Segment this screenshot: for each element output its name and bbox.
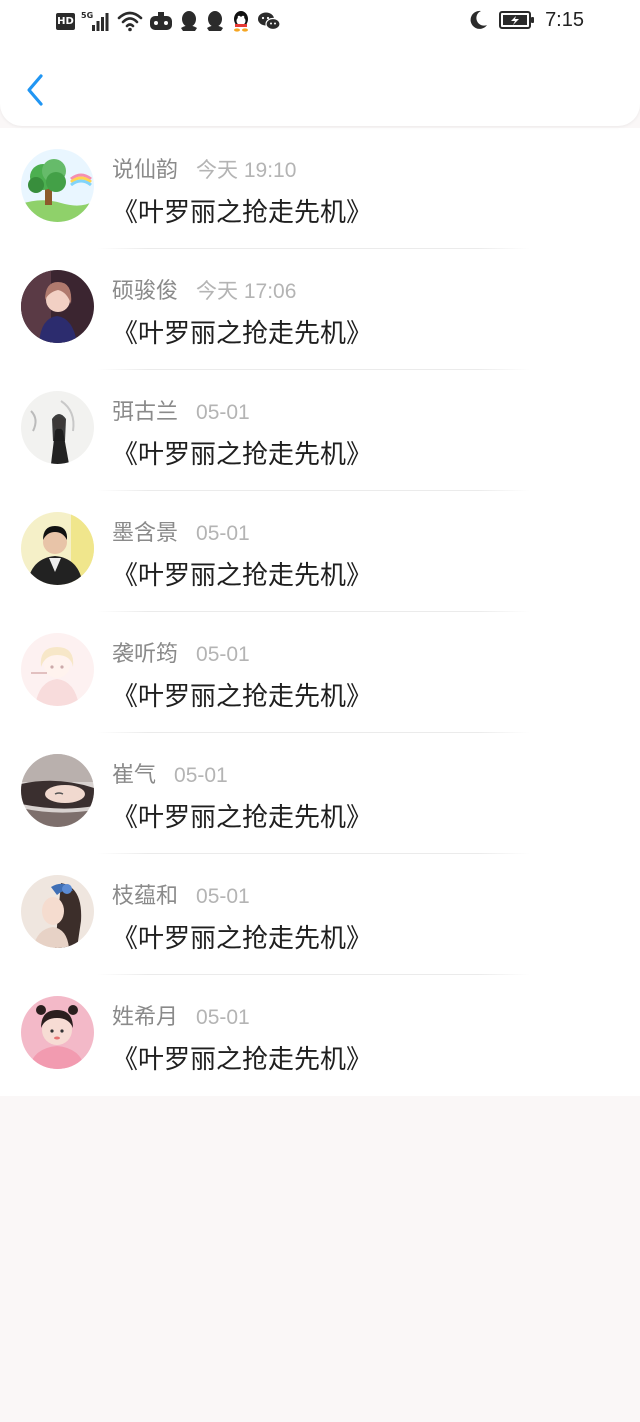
moon-icon (467, 8, 489, 32)
sender-name: 枝蕴和 (112, 884, 179, 909)
avatar[interactable] (21, 754, 94, 827)
list-item[interactable]: 枝蕴和 05-01 《叶罗丽之抢走先机》 (0, 854, 640, 975)
sender-name: 袭听筠 (112, 642, 179, 667)
sender-name: 崔气 (112, 763, 157, 788)
battery-charging-icon (499, 9, 535, 31)
list-item[interactable]: 崔气 05-01 《叶罗丽之抢走先机》 (0, 733, 640, 854)
name-line: 崔气 05-01 (112, 757, 228, 789)
status-bar-left: HD 5G (56, 10, 281, 32)
name-line: 墨含景 05-01 (112, 515, 250, 547)
message-date: 今天 19:10 (196, 159, 297, 182)
message-date: 今天 17:06 (196, 280, 297, 303)
list-item[interactable]: 硕骏俊 今天 17:06 《叶罗丽之抢走先机》 (0, 249, 640, 370)
clock: 7:15 (545, 8, 584, 31)
message-date: 05-01 (196, 401, 250, 424)
avatar[interactable] (21, 633, 94, 706)
wifi-icon (117, 10, 143, 32)
back-button[interactable] (14, 68, 58, 112)
message-text: 《叶罗丽之抢走先机》 (112, 198, 373, 228)
chevron-left-icon (27, 74, 43, 106)
message-date: 05-01 (174, 764, 228, 787)
message-text: 《叶罗丽之抢走先机》 (112, 682, 373, 712)
avatar[interactable] (21, 391, 94, 464)
list-item[interactable]: 说仙韵 今天 19:10 《叶罗丽之抢走先机》 (0, 128, 640, 249)
name-line: 袭听筠 05-01 (112, 636, 250, 668)
qq-color-icon (231, 10, 251, 32)
top-header: HD 5G 7:15 (0, 0, 640, 126)
5g-signal-icon: 5G (81, 10, 111, 32)
qq-icon (205, 10, 225, 32)
name-line: 枝蕴和 05-01 (112, 878, 250, 910)
avatar[interactable] (21, 270, 94, 343)
message-date: 05-01 (196, 643, 250, 666)
avatar[interactable] (21, 875, 94, 948)
sender-name: 硕骏俊 (112, 279, 179, 304)
sender-name: 墨含景 (112, 521, 179, 546)
message-text: 《叶罗丽之抢走先机》 (112, 803, 373, 833)
svg-text:5G: 5G (81, 11, 93, 20)
message-text: 《叶罗丽之抢走先机》 (112, 1045, 373, 1075)
sender-name: 姓希月 (112, 1005, 179, 1030)
list-item[interactable]: 墨含景 05-01 《叶罗丽之抢走先机》 (0, 491, 640, 612)
status-bar-right: 7:15 (467, 8, 584, 32)
game-icon (149, 10, 173, 32)
message-text: 《叶罗丽之抢走先机》 (112, 561, 373, 591)
qq-icon (179, 10, 199, 32)
list-item[interactable]: 弭古兰 05-01 《叶罗丽之抢走先机》 (0, 370, 640, 491)
hd-icon: HD (56, 12, 75, 30)
list-item[interactable]: 袭听筠 05-01 《叶罗丽之抢走先机》 (0, 612, 640, 733)
message-date: 05-01 (196, 1006, 250, 1029)
message-list: 说仙韵 今天 19:10 《叶罗丽之抢走先机》 硕骏俊 今天 17:06 《叶罗… (0, 128, 640, 1096)
name-line: 弭古兰 05-01 (112, 394, 250, 426)
avatar[interactable] (21, 512, 94, 585)
message-date: 05-01 (196, 885, 250, 908)
avatar[interactable] (21, 149, 94, 222)
message-text: 《叶罗丽之抢走先机》 (112, 924, 373, 954)
status-bar: HD 5G 7:15 (0, 0, 640, 44)
name-line: 硕骏俊 今天 17:06 (112, 273, 296, 305)
avatar[interactable] (21, 996, 94, 1069)
message-text: 《叶罗丽之抢走先机》 (112, 319, 373, 349)
name-line: 说仙韵 今天 19:10 (112, 152, 296, 184)
list-item[interactable]: 姓希月 05-01 《叶罗丽之抢走先机》 (0, 975, 640, 1096)
message-date: 05-01 (196, 522, 250, 545)
sender-name: 弭古兰 (112, 400, 179, 425)
wechat-icon (257, 10, 281, 32)
message-text: 《叶罗丽之抢走先机》 (112, 440, 373, 470)
name-line: 姓希月 05-01 (112, 999, 250, 1031)
sender-name: 说仙韵 (112, 158, 179, 183)
